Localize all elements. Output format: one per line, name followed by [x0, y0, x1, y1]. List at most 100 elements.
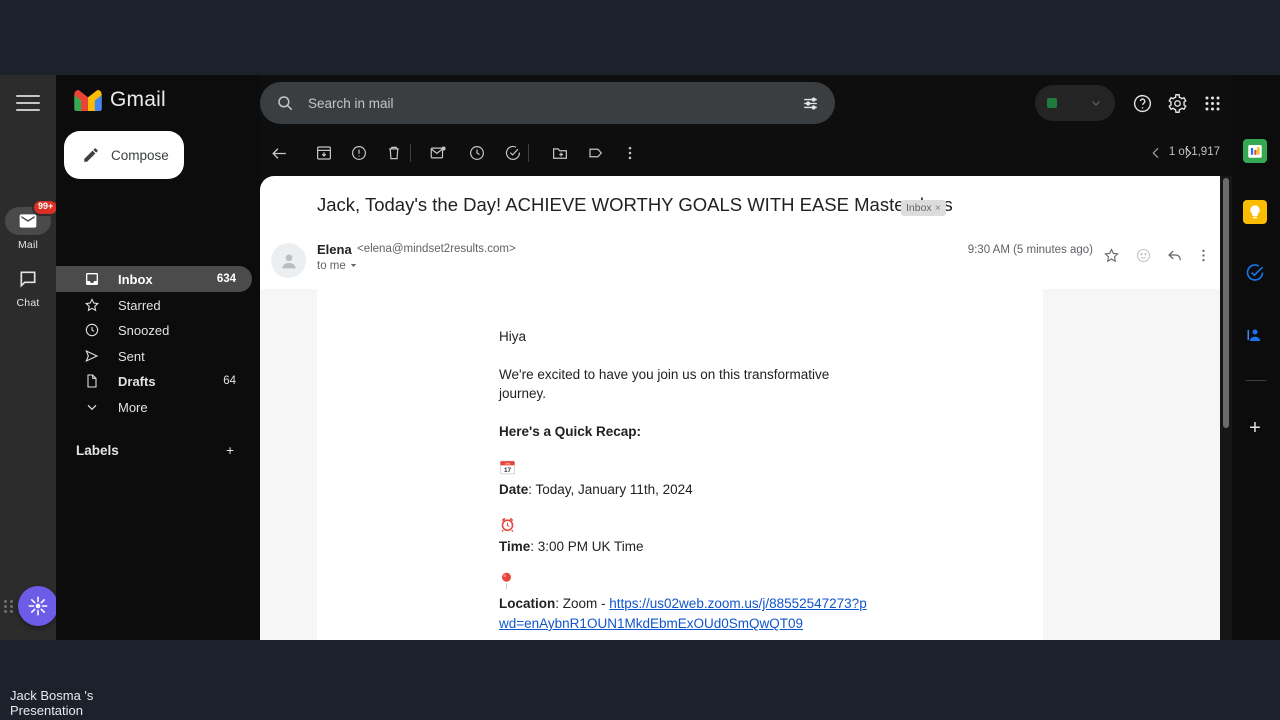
archive-icon[interactable]	[309, 138, 339, 168]
close-icon[interactable]: ×	[935, 202, 941, 214]
search-icon	[278, 96, 293, 111]
google-contacts-icon[interactable]	[1243, 323, 1267, 347]
sidebar-label-snoozed: Snoozed	[118, 322, 170, 338]
sidebar-label-starred: Starred	[118, 297, 161, 313]
clock-icon	[85, 323, 99, 337]
google-apps-icon[interactable]	[1198, 89, 1226, 117]
letterbox-bottom	[0, 640, 1280, 720]
sidebar-label-inbox: Inbox	[118, 271, 153, 287]
chevron-down-icon	[350, 264, 357, 268]
page-title: Jack, Today's the Day! ACHIEVE WORTHY GO…	[317, 194, 953, 215]
body-date-value: : Today, January 11th, 2024	[528, 482, 693, 498]
search-options-icon[interactable]	[801, 94, 820, 113]
chevron-left-icon	[1152, 147, 1159, 159]
labels-title: Labels	[76, 442, 119, 458]
labels-section-header: Labels +	[56, 437, 252, 463]
letterbox-top	[0, 0, 1280, 75]
google-tasks-icon[interactable]	[1243, 261, 1267, 285]
body-date-label: Date	[499, 482, 529, 498]
chat-icon	[5, 265, 51, 293]
search-placeholder: Search in mail	[308, 95, 394, 111]
rail-item-mail[interactable]: 99+ Mail	[0, 199, 60, 251]
label-chip-text: Inbox	[906, 202, 932, 214]
chevron-down-icon	[1092, 101, 1100, 106]
previous-page-button[interactable]	[1142, 139, 1170, 167]
body-intro: We're excited to have you join us on thi…	[499, 366, 830, 402]
back-icon[interactable]	[264, 138, 294, 168]
app-rail: 99+ Mail Chat	[0, 75, 60, 640]
report-spam-icon[interactable]	[344, 138, 374, 168]
rail-item-chat[interactable]: Chat	[0, 265, 56, 309]
gmail-navigation-panel: Gmail Compose Inbox 634 Starred Snoozed …	[56, 75, 260, 640]
gmail-logo[interactable]: Gmail	[74, 88, 166, 112]
sender-name: Elena	[317, 242, 352, 257]
main-menu-icon[interactable]	[14, 90, 42, 118]
chevron-right-icon	[1185, 147, 1192, 159]
message-header: Elena <elena@mindset2results.com> to me …	[260, 236, 1220, 284]
draft-icon	[87, 374, 97, 388]
body-time-label: Time	[499, 538, 531, 554]
sidebar-item-starred[interactable]: Starred	[56, 292, 252, 318]
sidebar-label-drafts: Drafts	[118, 373, 156, 389]
sidebar-item-more[interactable]: More	[56, 394, 252, 420]
message-body: Hiya We're excited to have you join us o…	[317, 289, 1043, 640]
shared-screen-frame: 99+ Mail Chat Gmail Compose Inbox 634 St…	[0, 75, 1280, 640]
add-to-tasks-icon[interactable]	[498, 138, 528, 168]
rail-label-mail: Mail	[17, 239, 39, 251]
sidebar-item-snoozed[interactable]: Snoozed	[56, 317, 252, 343]
gear-icon[interactable]	[1163, 89, 1191, 117]
message-timestamp: 9:30 AM (5 minutes ago)	[967, 244, 1093, 256]
google-keep-icon[interactable]	[1243, 200, 1267, 224]
inbox-count: 634	[216, 273, 236, 285]
sidebar-item-inbox[interactable]: Inbox 634	[56, 266, 252, 292]
svg-text:July: July	[505, 462, 511, 466]
reading-pane-scrollbar[interactable]	[1220, 176, 1232, 640]
star-icon	[84, 298, 100, 312]
add-reaction-icon[interactable]	[1130, 242, 1156, 268]
more-options-icon[interactable]	[1190, 242, 1216, 268]
star-icon[interactable]	[1098, 242, 1124, 268]
active-status-indicator[interactable]	[1035, 85, 1115, 121]
recipient-label: to me	[317, 260, 346, 272]
delete-icon[interactable]	[379, 138, 409, 168]
body-location-label: Location	[499, 596, 556, 612]
compose-label: Compose	[111, 147, 169, 163]
compose-button[interactable]: Compose	[64, 131, 184, 179]
message-body-wrapper: Hiya We're excited to have you join us o…	[260, 289, 1220, 640]
sidebar-item-sent[interactable]: Sent	[56, 343, 252, 369]
rail-label-chat: Chat	[16, 297, 40, 309]
presentation-caption: Jack Bosma 's Presentation	[0, 688, 168, 718]
mail-toolbar: 1 of 1,917	[260, 131, 1280, 176]
reply-icon[interactable]	[1162, 242, 1188, 268]
next-page-button[interactable]	[1174, 139, 1202, 167]
side-panel-divider	[1246, 380, 1266, 381]
more-options-icon[interactable]	[615, 138, 645, 168]
google-side-panel: +	[1232, 75, 1280, 640]
status-badge[interactable]: Inbox ×	[901, 200, 946, 216]
scrollbar-thumb[interactable]	[1223, 178, 1229, 428]
sidebar-item-drafts[interactable]: Drafts 64	[56, 368, 252, 394]
add-label-icon[interactable]: +	[226, 443, 234, 458]
move-to-icon[interactable]	[545, 138, 575, 168]
status-dot	[1047, 98, 1057, 108]
add-side-panel-app-icon[interactable]: +	[1243, 416, 1267, 440]
help-icon[interactable]	[1128, 89, 1156, 117]
drafts-count: 64	[223, 375, 236, 387]
calendar-emoji: July 17	[499, 459, 874, 476]
recipient-dropdown[interactable]: to me	[317, 260, 358, 272]
search-input[interactable]: Search in mail	[260, 82, 835, 124]
label-icon[interactable]	[581, 138, 611, 168]
email-reading-pane: Jack, Today's the Day! ACHIEVE WORTHY GO…	[260, 176, 1220, 640]
body-greeting: Hiya	[499, 329, 527, 344]
assistant-starburst-icon[interactable]	[18, 586, 58, 626]
sender-email: <elena@mindset2results.com>	[357, 243, 516, 255]
gmail-wordmark: Gmail	[110, 88, 166, 111]
snooze-icon[interactable]	[462, 138, 492, 168]
alarm-clock-emoji	[499, 516, 874, 533]
subject-row: Jack, Today's the Day! ACHIEVE WORTHY GO…	[260, 176, 1220, 236]
body-recap-heading: Here's a Quick Recap:	[499, 423, 642, 439]
google-calendar-icon[interactable]	[1243, 139, 1267, 163]
mark-unread-icon[interactable]	[423, 138, 453, 168]
drag-handle-dots[interactable]	[4, 600, 14, 614]
body-location-prefix: : Zoom -	[555, 596, 610, 612]
